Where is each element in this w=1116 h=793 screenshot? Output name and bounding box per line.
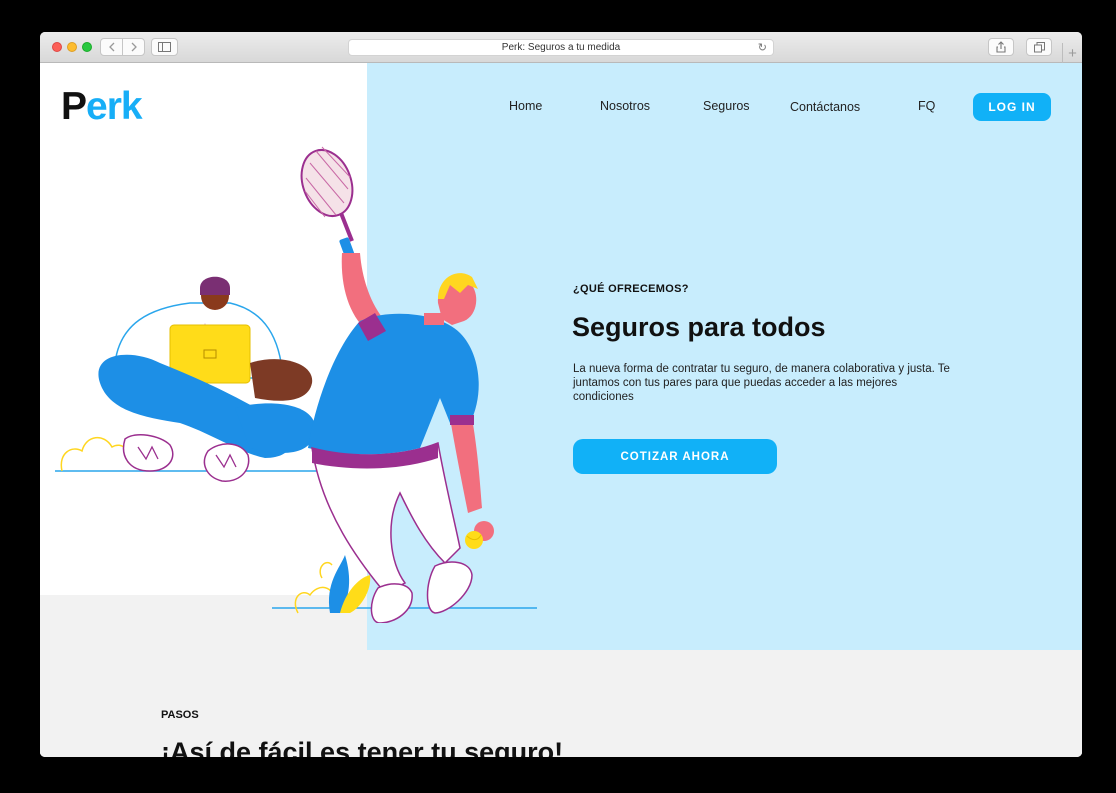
sidebar-icon — [158, 42, 171, 52]
zoom-window-button[interactable] — [82, 42, 92, 52]
page-url-title: Perk: Seguros a tu medida — [501, 42, 621, 53]
chevron-right-icon — [131, 42, 137, 52]
logo-letters-erk: erk — [86, 85, 143, 128]
nav-home[interactable]: Home — [509, 99, 542, 113]
sidebar-toggle-button[interactable] — [151, 38, 178, 56]
tab-overview-button[interactable] — [1026, 38, 1052, 56]
hero-description: La nueva forma de contratar tu seguro, d… — [573, 363, 950, 403]
nav-fq[interactable]: FQ — [918, 99, 935, 113]
share-icon — [996, 41, 1006, 53]
chevron-left-icon — [108, 42, 114, 52]
steps-eyebrow: PASOS — [161, 709, 199, 721]
share-button[interactable] — [988, 38, 1014, 56]
nav-nosotros[interactable]: Nosotros — [600, 99, 650, 113]
close-window-button[interactable] — [52, 42, 62, 52]
hero-illustration — [55, 146, 537, 623]
reload-icon[interactable]: ↻ — [758, 41, 767, 54]
new-tab-button[interactable]: + — [1062, 43, 1082, 63]
logo-letter-p: P — [61, 85, 87, 128]
minimize-window-button[interactable] — [67, 42, 77, 52]
back-button[interactable] — [100, 38, 123, 56]
nav-contactanos[interactable]: Contáctanos — [790, 100, 860, 114]
nav-seguros[interactable]: Seguros — [703, 99, 750, 113]
perk-logo[interactable]: Perk — [61, 85, 143, 129]
forward-button[interactable] — [122, 38, 145, 56]
browser-window: Perk: Seguros a tu medida ↻ + Perk Home … — [40, 32, 1082, 757]
address-bar[interactable]: Perk: Seguros a tu medida ↻ — [348, 39, 774, 56]
login-button[interactable]: LOG IN — [973, 93, 1051, 121]
tabs-icon — [1033, 41, 1045, 52]
hero-title: Seguros para todos — [572, 312, 826, 342]
web-page: Perk Home Nosotros Seguros Contáctanos F… — [40, 63, 1082, 757]
steps-title: ¡Así de fácil es tener tu seguro! — [161, 737, 564, 757]
cotizar-ahora-button[interactable]: COTIZAR AHORA — [573, 439, 777, 474]
browser-toolbar: Perk: Seguros a tu medida ↻ + — [40, 32, 1082, 63]
hero-eyebrow: ¿QUÉ OFRECEMOS? — [573, 283, 689, 295]
